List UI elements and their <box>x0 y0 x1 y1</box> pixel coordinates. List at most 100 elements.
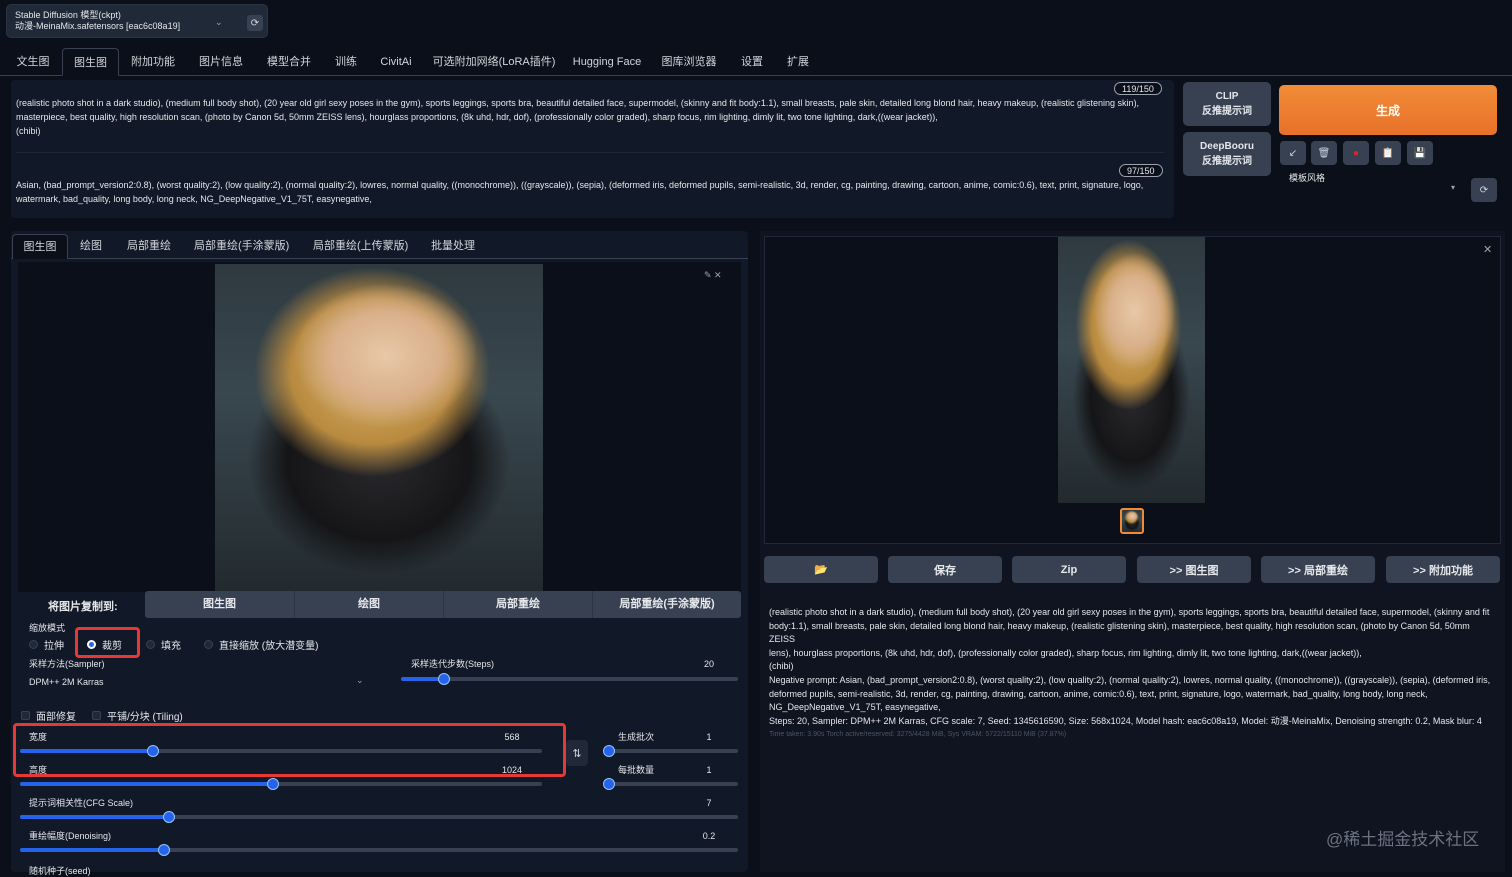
info-line: deformed pupils, semi-realistic, 3d, ren… <box>769 688 1428 699</box>
slider-thumb[interactable] <box>437 673 450 685</box>
edit-icon[interactable]: ✎ ✕ <box>704 270 722 281</box>
positive-prompt-line: (realistic photo shot in a dark studio),… <box>16 98 1140 108</box>
radio-dot <box>29 639 38 649</box>
checkbox-box <box>21 710 30 720</box>
swap-dimensions-icon[interactable]: ⇅ <box>566 740 588 766</box>
img2img-subtabs: 图生图 绘图 局部重绘 局部重绘(手涂蒙版) 局部重绘(上传蒙版) 批量处理 <box>11 231 748 259</box>
tab-extras[interactable]: 附加功能 <box>124 48 182 76</box>
clipboard-icon[interactable]: 📋 <box>1375 141 1401 165</box>
save-icon[interactable]: 💾 <box>1407 141 1433 165</box>
copy-to-inpaint-button[interactable]: 局部重绘 <box>443 591 592 618</box>
output-image[interactable] <box>1058 237 1205 503</box>
positive-prompt-line: masterpiece, best quality, high resoluti… <box>16 112 938 122</box>
slider-thumb[interactable] <box>162 811 175 823</box>
batch-size-value[interactable]: 1 <box>686 763 732 777</box>
denoise-value[interactable]: 0.2 <box>686 829 732 843</box>
steps-value[interactable]: 20 <box>686 657 732 671</box>
slider-fill <box>20 782 273 786</box>
main-tabbar: 文生图 图生图 附加功能 图片信息 模型合并 训练 CivitAi 可选附加网络… <box>0 48 1512 76</box>
tab-gallery[interactable]: 图库浏览器 <box>654 48 724 76</box>
close-icon[interactable]: ✕ <box>1483 243 1492 256</box>
subtab-batch[interactable]: 批量处理 <box>431 234 475 259</box>
subtab-inpaint[interactable]: 局部重绘 <box>127 234 171 259</box>
refresh-icon[interactable]: ⟳ <box>247 15 263 31</box>
zip-button[interactable]: Zip <box>1012 556 1126 583</box>
tab-civitai[interactable]: CivitAi <box>374 48 418 76</box>
subtab-sketch[interactable]: 绘图 <box>80 234 102 259</box>
face-restore-checkbox[interactable]: 面部修复 <box>21 705 76 725</box>
subtab-inpaint-sketch[interactable]: 局部重绘(手涂蒙版) <box>194 234 289 259</box>
positive-token-counter: 119/150 <box>1114 82 1162 95</box>
copy-to-inpaint-sketch-button[interactable]: 局部重绘(手涂蒙版) <box>592 591 741 618</box>
chevron-down-icon: ▾ <box>1451 183 1456 192</box>
arrow-icon[interactable]: ↙ <box>1280 141 1306 165</box>
tiling-checkbox[interactable]: 平铺/分块 (Tiling) <box>92 705 183 725</box>
info-line: (realistic photo shot in a dark studio),… <box>769 607 1490 617</box>
prompt-divider <box>16 152 1164 153</box>
clip-interrogate-button[interactable]: CLIP 反推提示词 <box>1183 82 1271 126</box>
watermark: @稀土掘金技术社区 <box>1326 830 1480 849</box>
steps-label: 采样迭代步数(Steps) <box>411 659 495 669</box>
negative-token-counter: 97/150 <box>1119 164 1163 177</box>
generate-button[interactable]: 生成 <box>1279 85 1497 135</box>
batch-count-value[interactable]: 1 <box>686 730 732 744</box>
slider-thumb[interactable] <box>603 778 615 790</box>
radio-latent-upscale[interactable]: 直接缩放 (放大潜变量) <box>204 634 318 654</box>
style-select[interactable] <box>1280 181 1464 205</box>
cfg-slider[interactable] <box>20 811 738 823</box>
cfg-value[interactable]: 7 <box>686 796 732 810</box>
tab-png-info[interactable]: 图片信息 <box>192 48 250 76</box>
output-thumbnail[interactable] <box>1120 508 1144 534</box>
open-folder-icon[interactable]: 📂 <box>764 556 878 583</box>
height-slider[interactable] <box>20 778 542 790</box>
negative-prompt-input[interactable]: Asian, (bad_prompt_version2:0.8), (worst… <box>16 178 1156 206</box>
tab-img2img[interactable]: 图生图 <box>62 48 119 76</box>
tab-lora[interactable]: 可选附加网络(LoRA插件) <box>428 48 560 76</box>
send-to-img2img-button[interactable]: >> 图生图 <box>1137 556 1251 583</box>
model-selector[interactable]: Stable Diffusion 模型(ckpt) 动漫-MeinaMix.sa… <box>6 4 268 38</box>
radio-dot <box>204 639 213 649</box>
send-to-extras-button[interactable]: >> 附加功能 <box>1386 556 1500 583</box>
record-icon[interactable]: ● <box>1343 141 1369 165</box>
slider-thumb[interactable] <box>603 745 615 757</box>
sampler-label: 采样方法(Sampler) <box>29 659 105 669</box>
save-button[interactable]: 保存 <box>888 556 1002 583</box>
deepbooru-sublabel: 反推提示词 <box>1202 156 1252 167</box>
subtab-inpaint-upload[interactable]: 局部重绘(上传蒙版) <box>313 234 408 259</box>
highlight-box <box>13 723 566 777</box>
slider-thumb[interactable] <box>157 844 170 856</box>
checkbox-label: 面部修复 <box>36 711 76 723</box>
send-to-inpaint-button[interactable]: >> 局部重绘 <box>1261 556 1375 583</box>
slider-fill <box>20 848 164 852</box>
copy-to-sketch-button[interactable]: 绘图 <box>294 591 443 618</box>
checkbox-box <box>92 710 101 720</box>
subtab-img2img[interactable]: 图生图 <box>12 234 68 259</box>
tab-settings[interactable]: 设置 <box>732 48 772 76</box>
positive-prompt-input[interactable]: (realistic photo shot in a dark studio),… <box>16 96 1156 138</box>
info-line: Steps: 20, Sampler: DPM++ 2M Karras, CFG… <box>769 715 1482 726</box>
batch-size-slider[interactable] <box>603 778 738 790</box>
radio-fill[interactable]: 填充 <box>146 634 181 654</box>
chevron-down-icon: ⌄ <box>215 17 223 27</box>
batch-count-label: 生成批次 <box>618 732 655 742</box>
radio-stretch[interactable]: 拉伸 <box>29 634 64 654</box>
radio-label: 拉伸 <box>44 640 64 652</box>
generation-info: (realistic photo shot in a dark studio),… <box>769 606 1495 742</box>
radio-label: 直接缩放 (放大潜变量) <box>219 640 319 652</box>
refresh-icon[interactable]: ⟳ <box>1471 178 1497 202</box>
deepbooru-interrogate-button[interactable]: DeepBooru 反推提示词 <box>1183 132 1271 176</box>
denoise-slider[interactable] <box>20 844 738 856</box>
info-timing: Time taken: 3.90s Torch active/reserved:… <box>769 731 1067 739</box>
copy-to-label: 将图片复制到: <box>48 601 118 613</box>
radio-dot <box>146 639 155 649</box>
batch-count-slider[interactable] <box>603 745 738 757</box>
steps-slider[interactable] <box>401 673 738 685</box>
tab-train[interactable]: 训练 <box>326 48 366 76</box>
copy-to-img2img-button[interactable]: 图生图 <box>145 591 294 618</box>
slider-thumb[interactable] <box>266 778 279 790</box>
tab-txt2img[interactable]: 文生图 <box>8 48 58 76</box>
tab-merge[interactable]: 模型合并 <box>260 48 318 76</box>
tab-extensions[interactable]: 扩展 <box>778 48 818 76</box>
tab-huggingface[interactable]: Hugging Face <box>568 48 646 76</box>
trash-icon[interactable]: 🗑 <box>1311 141 1337 165</box>
